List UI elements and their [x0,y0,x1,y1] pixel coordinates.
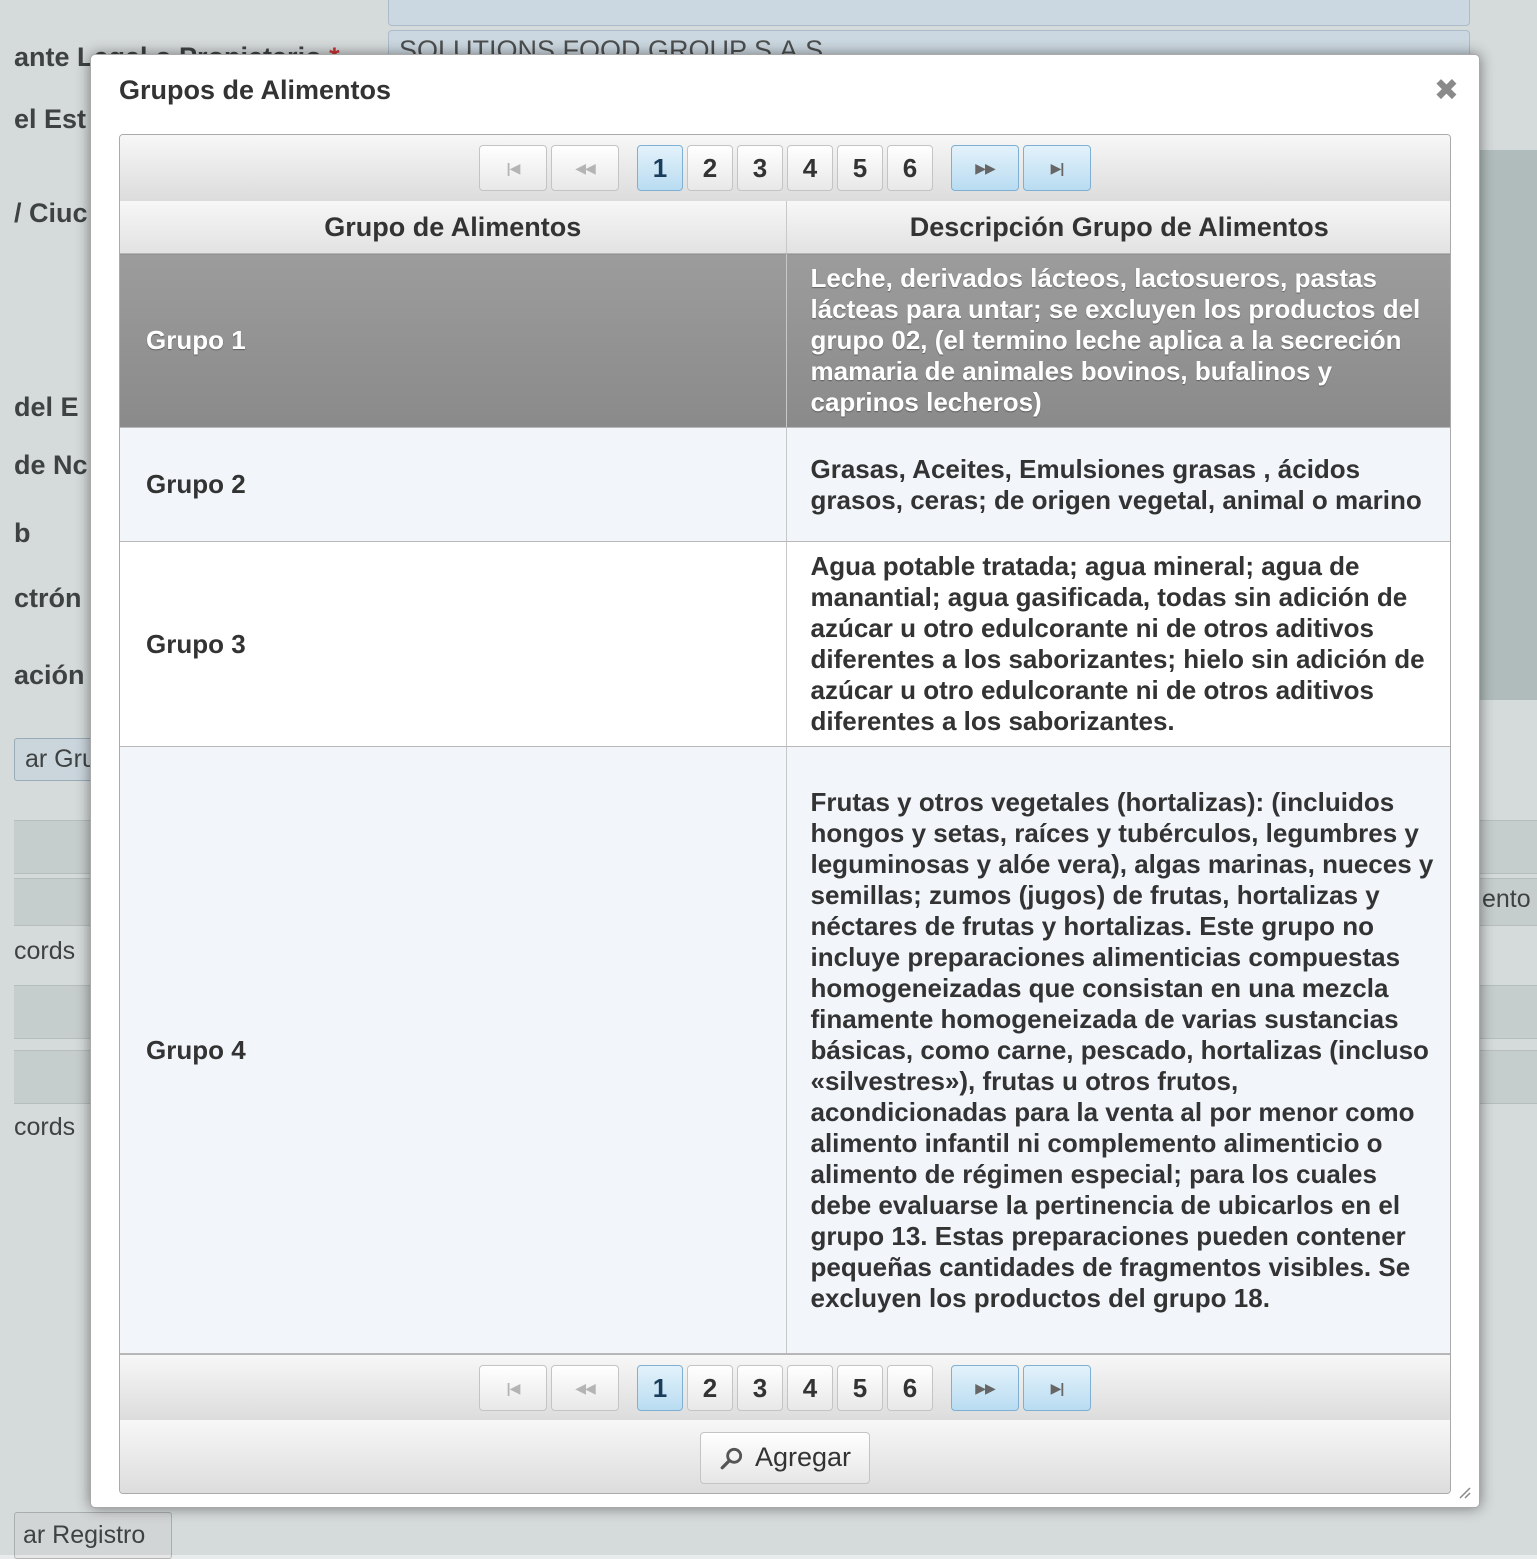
close-icon[interactable]: ✖ [1434,73,1459,108]
next-page-button[interactable]: ▶▶ [951,1365,1019,1411]
dialog-footer: Agregar [120,1420,1450,1493]
agregar-button[interactable]: Agregar [699,1431,871,1484]
dialog-titlebar[interactable]: Grupos de Alimentos ✖ [91,55,1479,125]
grupos-table: Grupo de Alimentos Descripción Grupo de … [120,201,1450,1354]
grupos-alimentos-dialog: Grupos de Alimentos ✖ |◀ ◀◀ 1 2 3 4 5 6 … [90,54,1480,1508]
cell-grupo: Grupo 3 [120,541,787,747]
page-button-6[interactable]: 6 [887,145,933,191]
cell-grupo: Grupo 1 [120,253,787,428]
agregar-label: Agregar [754,1442,852,1472]
page-button-5[interactable]: 5 [837,1365,883,1411]
paginator-top: |◀ ◀◀ 1 2 3 4 5 6 ▶▶ ▶| [120,135,1450,202]
last-page-button[interactable]: ▶| [1023,1365,1091,1411]
prev-page-button[interactable]: ◀◀ [551,1365,619,1411]
paginator-bottom: |◀ ◀◀ 1 2 3 4 5 6 ▶▶ ▶| [120,1354,1450,1422]
cell-descripcion: Grasas, Aceites, Emulsiones grasas , áci… [786,427,1450,542]
table-row[interactable]: Grupo 4 Frutas y otros vegetales (hortal… [120,746,1450,1354]
table-row[interactable]: Grupo 2 Grasas, Aceites, Emulsiones gras… [120,427,1450,542]
page-button-2[interactable]: 2 [687,145,733,191]
page-button-5[interactable]: 5 [837,145,883,191]
table-header-row: Grupo de Alimentos Descripción Grupo de … [120,201,1450,254]
page-button-2[interactable]: 2 [687,1365,733,1411]
first-page-button[interactable]: |◀ [479,145,547,191]
cell-descripcion: Frutas y otros vegetales (hortalizas): (… [786,746,1450,1354]
page-button-4[interactable]: 4 [787,1365,833,1411]
cell-grupo: Grupo 4 [120,746,787,1354]
last-page-button[interactable]: ▶| [1023,145,1091,191]
column-header-grupo[interactable]: Grupo de Alimentos [120,201,787,254]
page-button-1[interactable]: 1 [637,145,683,191]
table-row[interactable]: Grupo 1 Leche, derivados lácteos, lactos… [120,253,1450,428]
column-header-descripcion[interactable]: Descripción Grupo de Alimentos [786,201,1450,254]
page-button-6[interactable]: 6 [887,1365,933,1411]
prev-page-button[interactable]: ◀◀ [551,145,619,191]
page-button-3[interactable]: 3 [737,1365,783,1411]
first-page-button[interactable]: |◀ [479,1365,547,1411]
cell-grupo: Grupo 2 [120,427,787,542]
dialog-title: Grupos de Alimentos [119,75,392,105]
page-button-3[interactable]: 3 [737,145,783,191]
table-row[interactable]: Grupo 3 Agua potable tratada; agua miner… [120,541,1450,747]
page-button-4[interactable]: 4 [787,145,833,191]
resize-handle-icon[interactable] [1457,1485,1471,1499]
next-page-button[interactable]: ▶▶ [951,145,1019,191]
cell-descripcion: Leche, derivados lácteos, lactosueros, p… [786,253,1450,428]
grupos-grid: |◀ ◀◀ 1 2 3 4 5 6 ▶▶ ▶| Grupo de Aliment… [119,134,1451,1494]
cell-descripcion: Agua potable tratada; agua mineral; agua… [786,541,1450,747]
search-icon [720,1447,743,1469]
page-button-1[interactable]: 1 [637,1365,683,1411]
